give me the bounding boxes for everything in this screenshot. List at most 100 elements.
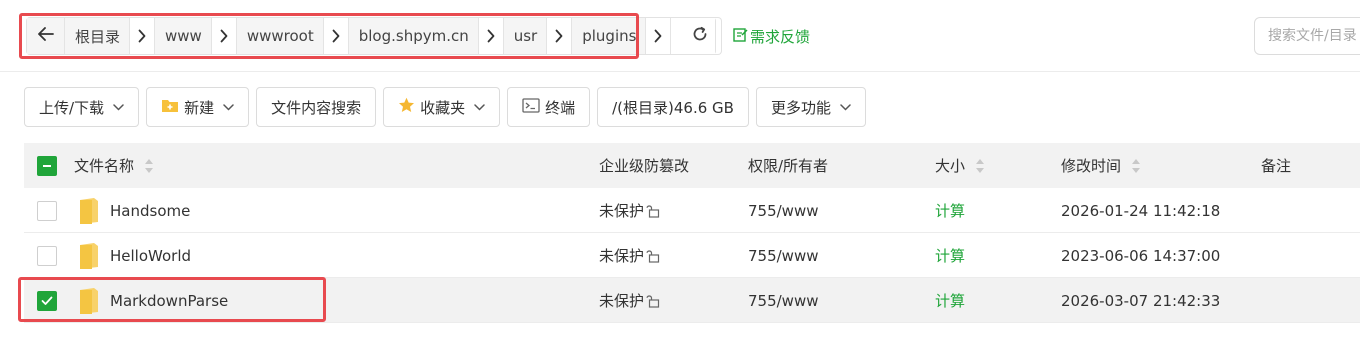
- check-icon: [37, 290, 57, 311]
- checkbox-box: [37, 245, 57, 266]
- new-button[interactable]: 新建: [146, 87, 250, 127]
- breadcrumb-label[interactable]: 根目录: [65, 18, 129, 54]
- chevron-down-icon: [474, 103, 485, 111]
- header-size[interactable]: 大小: [935, 143, 985, 188]
- row-checkbox[interactable]: [37, 188, 57, 233]
- toolbar: 上传/下载 新建 文件内容搜索 收藏夹 终端 /(根目录)46.6 GB 更多功…: [24, 87, 866, 127]
- disk-usage-button[interactable]: /(根目录)46.6 GB: [597, 87, 749, 127]
- new-label: 新建: [184, 98, 215, 117]
- back-arrow-icon: [37, 27, 54, 45]
- breadcrumb-item-www[interactable]: www: [155, 18, 237, 54]
- chevron-right-icon[interactable]: [322, 18, 349, 54]
- protection-label: 未保护: [599, 247, 645, 265]
- file-name[interactable]: MarkdownParse: [74, 278, 228, 323]
- content-search-button[interactable]: 文件内容搜索: [256, 87, 377, 127]
- file-name[interactable]: Handsome: [74, 188, 190, 233]
- chevron-right-icon[interactable]: [477, 18, 504, 54]
- folder-icon: [78, 287, 100, 315]
- file-name-label[interactable]: Handsome: [110, 202, 190, 220]
- sort-icon[interactable]: [975, 158, 985, 174]
- table-row[interactable]: MarkdownParse 未保护 755/www 计算 2026-03-07 …: [24, 278, 1360, 323]
- upload-download-label: 上传/下载: [39, 98, 105, 117]
- path-bar: 根目录 www wwwroot blog.shpym.cn usr plugin…: [0, 0, 1360, 72]
- chevron-right-icon[interactable]: [546, 18, 573, 54]
- size-calc-link[interactable]: 计算: [935, 278, 965, 323]
- protection-status[interactable]: 未保护: [599, 233, 660, 278]
- chevron-right-icon[interactable]: [645, 18, 672, 54]
- breadcrumb-label[interactable]: wwwroot: [237, 18, 323, 54]
- unlock-icon: [646, 204, 660, 218]
- terminal-button[interactable]: 终端: [507, 87, 591, 127]
- checkbox-box: [37, 200, 57, 221]
- refresh-button[interactable]: [678, 17, 722, 55]
- favorites-button[interactable]: 收藏夹: [383, 87, 501, 127]
- breadcrumb-item-plugins[interactable]: plugins: [572, 18, 672, 54]
- breadcrumb-label[interactable]: usr: [504, 18, 547, 54]
- unlock-icon: [646, 249, 660, 263]
- header-permission: 权限/所有者: [748, 157, 829, 175]
- size-calc-link[interactable]: 计算: [935, 233, 965, 278]
- breadcrumb-item-wwwroot[interactable]: wwwroot: [236, 18, 349, 54]
- folder-icon: [78, 197, 100, 225]
- chevron-right-icon[interactable]: [129, 18, 156, 54]
- sort-icon[interactable]: [144, 158, 154, 174]
- back-button[interactable]: [27, 18, 65, 54]
- permission-link[interactable]: 755/www: [748, 188, 819, 233]
- protection-status[interactable]: 未保护: [599, 188, 660, 233]
- select-all-checkbox[interactable]: [37, 143, 57, 188]
- modified-time: 2026-03-07 21:42:33: [1061, 291, 1221, 310]
- upload-download-button[interactable]: 上传/下载: [24, 87, 140, 127]
- modified-time: 2026-01-24 11:42:18: [1061, 201, 1221, 220]
- content-search-label: 文件内容搜索: [271, 98, 362, 117]
- chevron-down-icon: [113, 103, 124, 111]
- unlock-icon: [646, 294, 660, 308]
- breadcrumb-label[interactable]: blog.shpym.cn: [349, 18, 478, 54]
- table-row[interactable]: Handsome 未保护 755/www 计算 2026-01-24 11:42…: [24, 188, 1360, 233]
- chevron-down-icon: [840, 103, 851, 111]
- table-header: 文件名称 企业级防篡改 权限/所有者 大小 修改时间 备注: [24, 143, 1360, 188]
- header-protection: 企业级防篡改: [599, 157, 690, 175]
- file-table: 文件名称 企业级防篡改 权限/所有者 大小 修改时间 备注 Handsome 未…: [24, 143, 1360, 323]
- chevron-down-icon: [223, 103, 234, 111]
- table-row[interactable]: HelloWorld 未保护 755/www 计算 2023-06-06 14:…: [24, 233, 1360, 278]
- new-folder-icon: [161, 98, 179, 117]
- partial-check-icon: [37, 155, 57, 176]
- more-functions-button[interactable]: 更多功能: [755, 87, 866, 127]
- feedback-label[interactable]: 需求反馈: [750, 26, 810, 47]
- terminal-icon: [522, 97, 540, 117]
- feedback-link[interactable]: 需求反馈: [733, 26, 810, 47]
- permission-link[interactable]: 755/www: [748, 278, 819, 323]
- size-calc-link[interactable]: 计算: [935, 188, 965, 233]
- search-input[interactable]: [1254, 17, 1360, 55]
- file-name-label[interactable]: HelloWorld: [110, 247, 191, 265]
- header-note: 备注: [1261, 157, 1292, 175]
- protection-label: 未保护: [599, 292, 645, 310]
- header-size-label: 大小: [935, 157, 966, 175]
- disk-usage-label: /(根目录)46.6 GB: [612, 98, 734, 117]
- protection-status[interactable]: 未保护: [599, 278, 660, 323]
- folder-icon: [78, 242, 100, 270]
- breadcrumb-label[interactable]: www: [155, 18, 211, 54]
- row-checkbox[interactable]: [37, 233, 57, 278]
- breadcrumb-label[interactable]: plugins: [572, 18, 645, 54]
- more-functions-label: 更多功能: [770, 98, 831, 117]
- sort-icon[interactable]: [1131, 158, 1141, 174]
- file-name-label[interactable]: MarkdownParse: [110, 292, 228, 310]
- file-name[interactable]: HelloWorld: [74, 233, 191, 278]
- chevron-right-icon[interactable]: [210, 18, 237, 54]
- terminal-label: 终端: [545, 98, 576, 117]
- refresh-icon: [692, 26, 708, 46]
- header-modified[interactable]: 修改时间: [1061, 143, 1141, 188]
- star-icon: [398, 97, 415, 117]
- modified-time: 2023-06-06 14:37:00: [1061, 246, 1221, 265]
- permission-link[interactable]: 755/www: [748, 233, 819, 278]
- row-checkbox[interactable]: [37, 278, 57, 323]
- breadcrumb-item-site[interactable]: blog.shpym.cn: [348, 18, 504, 54]
- header-name-label: 文件名称: [74, 157, 135, 175]
- breadcrumb-item-usr[interactable]: usr: [503, 18, 573, 54]
- feedback-icon: [733, 27, 748, 46]
- protection-label: 未保护: [599, 202, 645, 220]
- header-modified-label: 修改时间: [1061, 157, 1122, 175]
- breadcrumb-item-root[interactable]: 根目录: [65, 18, 156, 54]
- header-name[interactable]: 文件名称: [74, 143, 154, 188]
